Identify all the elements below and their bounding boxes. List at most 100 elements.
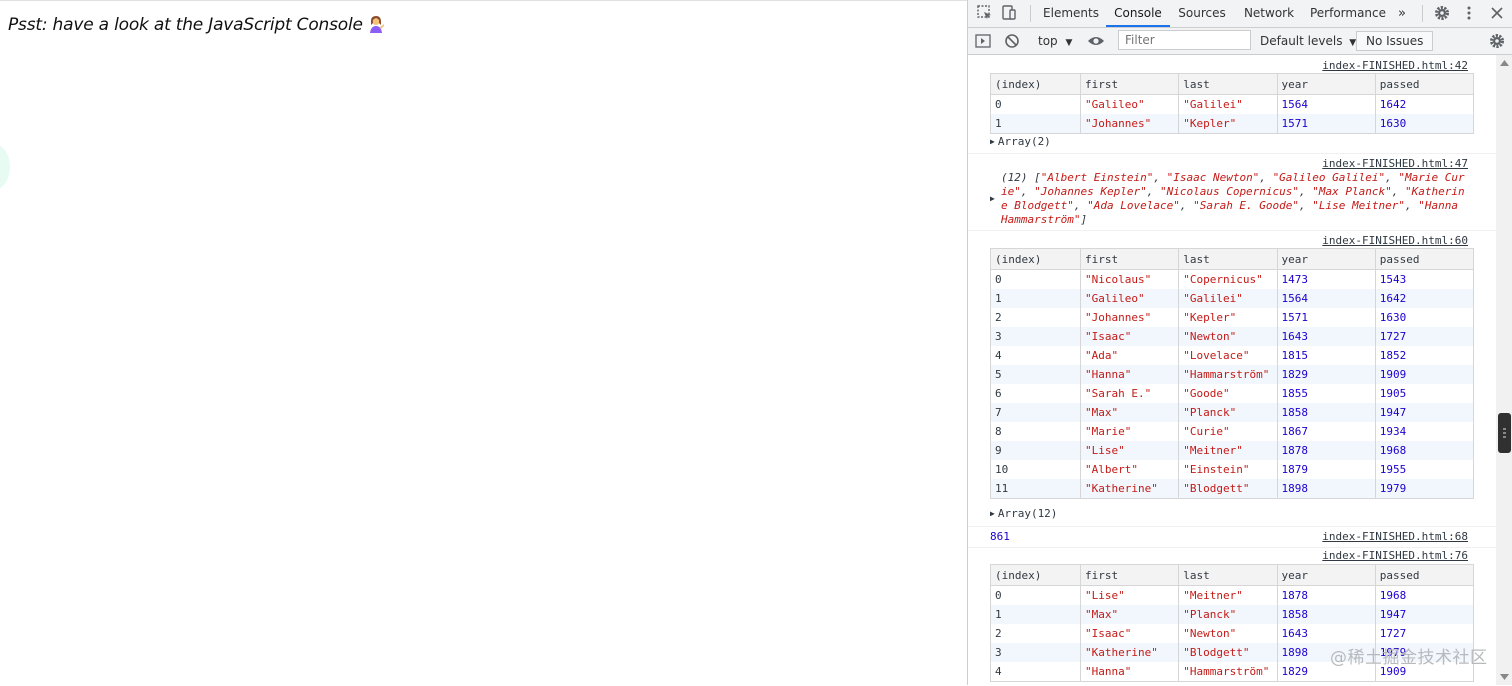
expand-triangle-icon: ▶: [990, 509, 995, 518]
more-tabs-chevron[interactable]: »: [1398, 0, 1406, 27]
cell-last: "Meitner": [1178, 441, 1278, 460]
column-header-passed[interactable]: passed: [1374, 73, 1475, 95]
table-row[interactable]: 9 "Lise" "Meitner" 1878 1968: [989, 441, 1475, 460]
table-row[interactable]: 6 "Sarah E." "Goode" 1855 1905: [989, 384, 1475, 403]
source-link[interactable]: index-FINISHED.html:76: [1322, 549, 1468, 562]
cell-first: "Katherine": [1080, 479, 1180, 499]
close-devtools-icon[interactable]: [1488, 4, 1506, 22]
cell-first: "Lise": [1080, 585, 1180, 605]
tab-sources[interactable]: Sources: [1174, 0, 1230, 27]
show-sidebar-icon[interactable]: [974, 32, 992, 50]
column-header-first[interactable]: first: [1080, 564, 1180, 586]
log-levels-label: Default levels: [1260, 34, 1343, 48]
table-row[interactable]: 0 "Galileo" "Galilei" 1564 1642: [989, 94, 1475, 114]
table-row[interactable]: 2 "Isaac" "Newton" 1643 1727: [989, 624, 1475, 643]
execution-context-select[interactable]: top ▼: [1038, 32, 1072, 52]
column-header-passed[interactable]: passed: [1374, 564, 1475, 586]
cell-passed: 1947: [1374, 403, 1475, 422]
table-row[interactable]: 5 "Hanna" "Hammarström" 1829 1909: [989, 365, 1475, 384]
source-link[interactable]: index-FINISHED.html:68: [1322, 530, 1468, 543]
cell-last: "Meitner": [1178, 585, 1278, 605]
console-scrollbar[interactable]: [1496, 55, 1512, 685]
scroll-down-arrow-icon[interactable]: [1500, 674, 1509, 680]
tab-elements[interactable]: Elements: [1040, 0, 1102, 27]
watermark: @稀土掘金技术社区: [1330, 648, 1488, 668]
source-link[interactable]: index-FINISHED.html:60: [1322, 234, 1468, 247]
column-header-last[interactable]: last: [1178, 73, 1278, 95]
device-toolbar-icon[interactable]: [1000, 4, 1018, 22]
cell-last: "Einstein": [1178, 460, 1278, 479]
cell-year: 1878: [1276, 441, 1376, 460]
cell-first: "Nicolaus": [1080, 269, 1180, 289]
tabbar-divider: [1030, 5, 1031, 22]
clear-console-icon[interactable]: [1003, 32, 1021, 50]
cell-index: 1: [989, 605, 1082, 624]
cell-index: 6: [989, 384, 1082, 403]
column-header-first[interactable]: first: [1080, 248, 1180, 270]
column-header-first[interactable]: first: [1080, 73, 1180, 95]
column-header-passed[interactable]: passed: [1374, 248, 1475, 270]
cell-last: "Newton": [1178, 327, 1278, 346]
cell-first: "Hanna": [1080, 365, 1180, 384]
live-expression-eye-icon[interactable]: [1087, 32, 1105, 50]
cell-last: "Kepler": [1178, 114, 1278, 134]
column-header-index[interactable]: (index): [989, 73, 1082, 95]
cell-passed: 1543: [1374, 269, 1475, 289]
console-settings-gear-icon[interactable]: [1488, 32, 1506, 50]
cell-last: "Blodgett": [1178, 479, 1278, 499]
column-header-year[interactable]: year: [1276, 73, 1376, 95]
expand-triangle-icon[interactable]: ▶: [990, 192, 998, 205]
table-row[interactable]: 11 "Katherine" "Blodgett" 1898 1979: [989, 479, 1475, 499]
column-header-year[interactable]: year: [1276, 564, 1376, 586]
cell-year: 1473: [1276, 269, 1376, 289]
cell-index: 5: [989, 365, 1082, 384]
tab-performance[interactable]: Performance: [1308, 0, 1388, 27]
table-row[interactable]: 7 "Max" "Planck" 1858 1947: [989, 403, 1475, 422]
floating-widget-edge[interactable]: [0, 145, 10, 189]
settings-gear-icon[interactable]: [1433, 4, 1451, 22]
cell-first: "Hanna": [1080, 662, 1180, 682]
column-header-last[interactable]: last: [1178, 248, 1278, 270]
column-header-index[interactable]: (index): [989, 564, 1082, 586]
cell-passed: 1642: [1374, 289, 1475, 308]
array-expander[interactable]: ▶ Array(2): [990, 135, 1051, 148]
cell-passed: 1642: [1374, 94, 1475, 114]
table-row[interactable]: 1 "Max" "Planck" 1858 1947: [989, 605, 1475, 624]
table-row[interactable]: 0 "Nicolaus" "Copernicus" 1473 1543: [989, 269, 1475, 289]
filter-input[interactable]: [1118, 30, 1251, 50]
cell-passed: 1905: [1374, 384, 1475, 403]
column-header-year[interactable]: year: [1276, 248, 1376, 270]
table-row[interactable]: 8 "Marie" "Curie" 1867 1934: [989, 422, 1475, 441]
table-row[interactable]: 3 "Isaac" "Newton" 1643 1727: [989, 327, 1475, 346]
cell-index: 10: [989, 460, 1082, 479]
table-row[interactable]: 0 "Lise" "Meitner" 1878 1968: [989, 585, 1475, 605]
log-levels-dropdown[interactable]: Default levels ▼: [1260, 32, 1356, 52]
table-header-row: (index) first last year passed: [989, 73, 1475, 95]
cell-index: 4: [989, 346, 1082, 365]
source-link[interactable]: index-FINISHED.html:47: [1322, 157, 1468, 170]
tab-console[interactable]: Console: [1106, 0, 1170, 27]
scrollbar-thumb[interactable]: [1498, 413, 1511, 453]
issues-button[interactable]: No Issues: [1356, 31, 1434, 51]
cell-year: 1867: [1276, 422, 1376, 441]
array-preview[interactable]: (12) ["Albert Einstein", "Isaac Newton",…: [1001, 171, 1471, 227]
source-link[interactable]: index-FINISHED.html:42: [1322, 59, 1468, 72]
cell-year: 1571: [1276, 114, 1376, 134]
console-message: 861 index-FINISHED.html:68: [968, 527, 1496, 548]
scroll-up-arrow-icon[interactable]: [1500, 60, 1509, 66]
cell-year: 1571: [1276, 308, 1376, 327]
more-options-kebab-icon[interactable]: [1460, 4, 1478, 22]
table-row[interactable]: 4 "Ada" "Lovelace" 1815 1852: [989, 346, 1475, 365]
inspect-element-icon[interactable]: [976, 4, 994, 22]
inspected-page: Psst: have a look at the JavaScript Cons…: [0, 0, 967, 686]
table-row[interactable]: 1 "Galileo" "Galilei" 1564 1642: [989, 289, 1475, 308]
table-row[interactable]: 10 "Albert" "Einstein" 1879 1955: [989, 460, 1475, 479]
tab-network[interactable]: Network: [1238, 0, 1300, 27]
column-header-index[interactable]: (index): [989, 248, 1082, 270]
cell-first: "Johannes": [1080, 114, 1180, 134]
column-header-last[interactable]: last: [1178, 564, 1278, 586]
table-row[interactable]: 2 "Johannes" "Kepler" 1571 1630: [989, 308, 1475, 327]
table-row[interactable]: 1 "Johannes" "Kepler" 1571 1630: [989, 114, 1475, 134]
array-expander[interactable]: ▶ Array(12): [990, 507, 1057, 520]
cell-index: 0: [989, 94, 1082, 114]
